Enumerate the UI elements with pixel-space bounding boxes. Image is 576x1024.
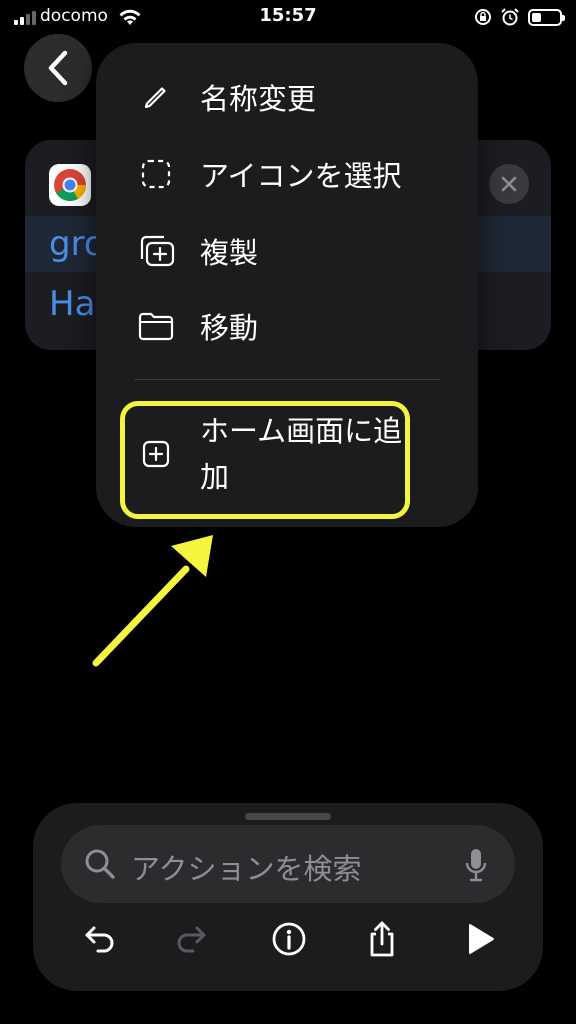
sheet-grabber[interactable] xyxy=(245,813,331,820)
info-icon xyxy=(272,922,306,956)
share-button[interactable] xyxy=(359,916,405,962)
action-search-field[interactable]: アクションを検索 xyxy=(61,825,515,903)
share-icon xyxy=(370,921,394,957)
bottom-panel: アクションを検索 xyxy=(33,803,543,991)
search-placeholder: アクションを検索 xyxy=(131,852,362,886)
run-button[interactable] xyxy=(457,916,503,962)
microphone-icon[interactable] xyxy=(463,847,489,883)
search-icon xyxy=(85,849,115,879)
undo-button[interactable] xyxy=(76,916,122,962)
play-icon xyxy=(469,924,494,954)
info-button[interactable] xyxy=(266,916,312,962)
redo-icon xyxy=(177,926,206,953)
undo-icon xyxy=(85,926,114,953)
redo-button[interactable] xyxy=(169,916,215,962)
